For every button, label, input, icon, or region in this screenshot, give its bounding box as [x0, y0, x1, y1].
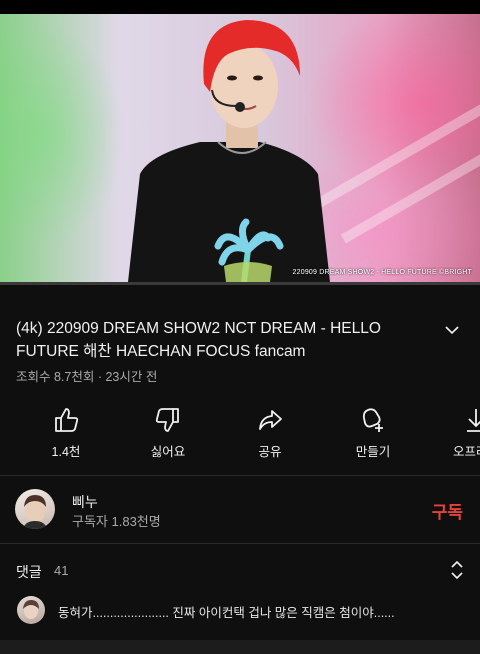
commenter-avatar [17, 596, 45, 624]
bottom-bar [0, 640, 480, 654]
chevron-down-icon[interactable] [444, 322, 460, 338]
like-button[interactable]: 1.4천 [26, 400, 106, 460]
thumbs-down-icon [155, 408, 179, 432]
comments-title: 댓글 [16, 564, 42, 580]
download-label: 오프라인 [452, 445, 480, 459]
like-count: 1.4천 [51, 445, 81, 459]
avatar-image [23, 600, 39, 619]
download-icon [467, 409, 480, 432]
share-label: 공유 [258, 445, 282, 459]
dislike-button[interactable]: 싫어요 [128, 400, 208, 460]
comments-count: 41 [54, 563, 69, 578]
video-player[interactable]: 220909 DREAM SHOW2 - HELLO FUTURE ©BRIGH… [0, 14, 480, 282]
video-title: (4k) 220909 DREAM SHOW2 NCT DREAM - HELL… [16, 320, 381, 360]
dislike-label: 싫어요 [150, 445, 186, 459]
create-label: 만들기 [355, 445, 391, 459]
expand-collapse-icon[interactable] [449, 558, 465, 582]
channel-name[interactable]: 삐누 [72, 492, 98, 512]
action-bar: 1.4천 싫어요 공유 만들기 오프라인 [0, 400, 480, 468]
video-progress-bar[interactable] [0, 282, 480, 285]
top-comment-text: 동혀가...................... 진짜 아이컨택 겁나 많은 … [58, 606, 395, 620]
subscribe-button[interactable]: 구독 [432, 498, 463, 523]
divider [0, 543, 480, 544]
download-button[interactable]: 오프라인 [436, 400, 480, 460]
thumbs-up-icon [55, 408, 79, 432]
video-watermark: 220909 DREAM SHOW2 - HELLO FUTURE ©BRIGH… [292, 269, 472, 276]
subscriber-count: 구독자 1.83천명 [72, 514, 161, 529]
video-meta: 조회수 8.7천회 · 23시간 전 [16, 370, 158, 384]
remix-icon [362, 408, 383, 432]
channel-avatar[interactable] [15, 489, 55, 529]
channel-row[interactable]: 삐누 구독자 1.83천명 구독 [0, 476, 480, 542]
status-bar [0, 0, 480, 14]
share-button[interactable]: 공유 [230, 400, 310, 460]
share-icon [259, 410, 282, 430]
create-button[interactable]: 만들기 [333, 400, 413, 460]
comments-section[interactable]: 댓글 41 동혀가...................... 진짜 아이컨택 … [0, 546, 480, 642]
avatar-image [23, 495, 47, 529]
video-frame-performer [128, 20, 330, 282]
